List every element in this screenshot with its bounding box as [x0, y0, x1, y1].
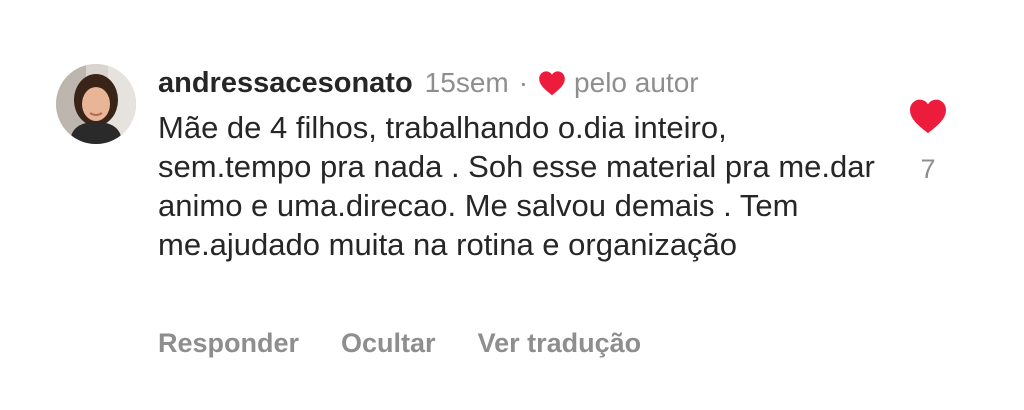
comment-time: 15sem	[424, 67, 509, 98]
like-count: 7	[920, 154, 936, 184]
heart-icon	[538, 70, 566, 96]
like-heart-icon[interactable]	[908, 98, 948, 134]
liked-by-author-label: pelo autor	[574, 67, 699, 98]
comment-text: Mãe de 4 filhos, trabalhando o.dia intei…	[158, 110, 875, 262]
username-link[interactable]: andressacesonato	[158, 67, 413, 100]
comment-item: andressacesonato 15sem · pelo autor Mãe …	[0, 0, 1024, 410]
hide-button[interactable]: Ocultar	[341, 328, 436, 359]
comment-actions: Responder Ocultar Ver tradução	[158, 328, 683, 359]
reply-button[interactable]: Responder	[158, 328, 299, 359]
avatar[interactable]	[56, 64, 136, 144]
meta-separator: ·	[518, 67, 529, 98]
like-column: 7	[904, 98, 952, 185]
translate-button[interactable]: Ver tradução	[478, 328, 642, 359]
comment-body: andressacesonato 15sem · pelo autor Mãe …	[158, 64, 878, 264]
comment-meta: andressacesonato 15sem · pelo autor	[158, 64, 878, 102]
avatar-image	[56, 64, 136, 144]
